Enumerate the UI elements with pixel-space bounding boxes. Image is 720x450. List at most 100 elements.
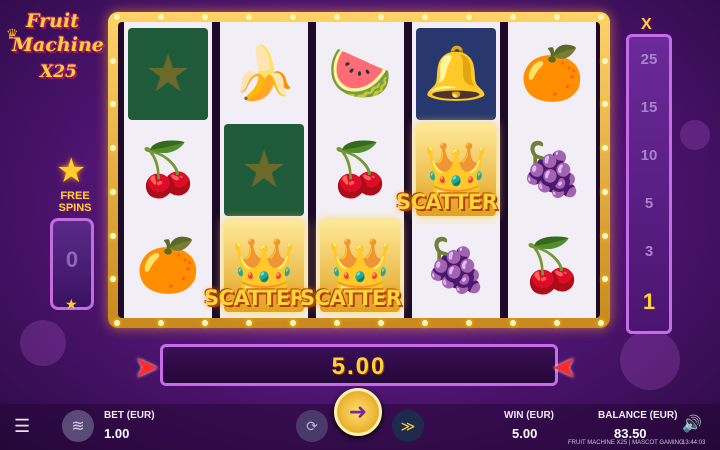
frame-bulb [422,14,428,20]
turbo-icon: ≫ [400,417,416,434]
frame-bulb [554,320,560,326]
frame-bulb [246,14,252,20]
frame-bulb [378,320,384,326]
frame-bulb [510,14,516,20]
star-icon: ★ [224,124,304,216]
game-info-text: FRUIT MACHINE X25 | MASCOT GAMING [568,440,684,446]
frame-bulb [290,14,296,20]
background-bokeh [680,120,710,150]
frame-bulb [466,14,472,20]
frame-bulb [602,232,608,239]
spin-arrow-icon: ➜ [348,399,368,424]
frame-bulb [598,320,604,326]
frame-bulb [114,14,120,20]
frame-bulb [202,320,208,326]
scatter-label: SCATTER [204,286,306,310]
free-spins-count: 0 [65,247,79,272]
plum-icon: 🍇 [423,237,489,295]
cherry-icon: 🍒 [327,141,393,199]
free-spins-small-star-icon: ★ [65,296,78,312]
win-arrow-right-icon: ➤ [552,351,578,384]
win-banner-value: 5.00 [331,353,387,380]
logo-line-machine: Machine [12,34,104,56]
scatter-label: SCATTER [396,190,498,214]
plum-icon: 🍇 [519,141,585,199]
frame-bulb [110,101,116,108]
frame-bulb [110,232,116,239]
free-spins-label-line2: SPINS [58,202,92,214]
sound-toggle-icon[interactable]: 🔊 [682,414,702,434]
orange-icon: 🍊 [519,45,585,103]
spin-button[interactable]: ➜ [334,388,382,436]
reels-area: ★ 🍒 🍊 🍌 ★ 👑 🍉 🍒 👑 🔔 👑 🍇 🍊 🍇 🍒 [118,22,600,318]
bet-value: 1.00 [104,426,130,441]
reel-3: 🍉 🍒 👑 [316,22,404,318]
multiplier-step: 25 [640,51,658,68]
frame-bulb [202,14,208,20]
multiplier-step: 10 [640,147,658,164]
frame-bulb [246,320,252,326]
multiplier-symbol: X [641,16,652,33]
win-banner: 5.00 [160,344,558,386]
frame-bulb [110,57,116,64]
multiplier-step-active: 1 [642,289,656,314]
frame-bulb [598,14,604,20]
bell-icon: 🔔 [416,28,496,120]
bet-label: BET (EUR) [104,410,155,421]
frame-bulb [554,14,560,20]
reel-4: 🔔 👑 🍇 [412,22,500,318]
logo-line-x25: X25 [40,62,77,82]
reel-2: 🍌 ★ 👑 [220,22,308,318]
background-bokeh [620,330,680,390]
frame-bulb [114,320,120,326]
orange-icon: 🍊 [135,237,201,295]
game-logo: ♛ Fruit Machine X25 [4,4,108,90]
frame-bulb [110,276,116,283]
win-arrow-left-icon: ➤ [134,351,160,384]
frame-bulb [334,14,340,20]
watermelon-icon: 🍉 [327,45,393,103]
chips-icon: ≋ [71,418,85,435]
scatter-label: SCATTER [300,286,402,310]
turbo-button[interactable]: ≫ [392,410,424,442]
logo-line-fruit: Fruit [26,10,79,32]
frame-bulb [158,320,164,326]
frame-bulb [510,320,516,326]
menu-icon[interactable]: ☰ [14,416,30,437]
multiplier-step: 3 [644,243,654,260]
reel-5: 🍊 🍇 🍒 [508,22,596,318]
frame-bulb [602,276,608,283]
frame-bulb [602,57,608,64]
cherry-icon: 🍒 [135,141,201,199]
banana-icon: 🍌 [231,45,297,103]
background-bokeh [20,320,66,366]
frame-bulb [602,101,608,108]
balance-label: BALANCE (EUR) [598,410,678,421]
frame-bulb [378,14,384,20]
frame-bulb [422,320,428,326]
frame-bulb [334,320,340,326]
bet-chips-button[interactable]: ≋ [62,410,94,442]
free-spins-star-icon: ★ [56,152,87,190]
reels-frame: ★ 🍒 🍊 🍌 ★ 👑 🍉 🍒 👑 🔔 👑 🍇 🍊 🍇 🍒 [108,12,610,328]
frame-bulb [110,145,116,152]
cherry-icon: 🍒 [519,237,585,295]
frame-bulb [290,320,296,326]
autoplay-icon: ⟳ [306,417,318,434]
autoplay-button[interactable]: ⟳ [296,410,328,442]
star-icon: ★ [128,28,208,120]
frame-bulb [602,145,608,152]
frame-bulb [110,188,116,195]
frame-bulb [158,14,164,20]
win-label: WIN (EUR) [504,410,554,421]
balance-value: 83.50 [614,426,647,441]
free-spins-label: FREE SPINS [44,190,106,214]
free-spins-label-line1: FREE [60,190,90,202]
frame-bulb [466,320,472,326]
clock-text: 13:44:03 [682,440,706,446]
frame-bulb [602,188,608,195]
multiplier-step: 5 [644,195,654,212]
reel-1: ★ 🍒 🍊 [124,22,212,318]
win-value: 5.00 [512,426,538,441]
multiplier-ladder: 25 15 10 5 3 1 [626,34,672,334]
